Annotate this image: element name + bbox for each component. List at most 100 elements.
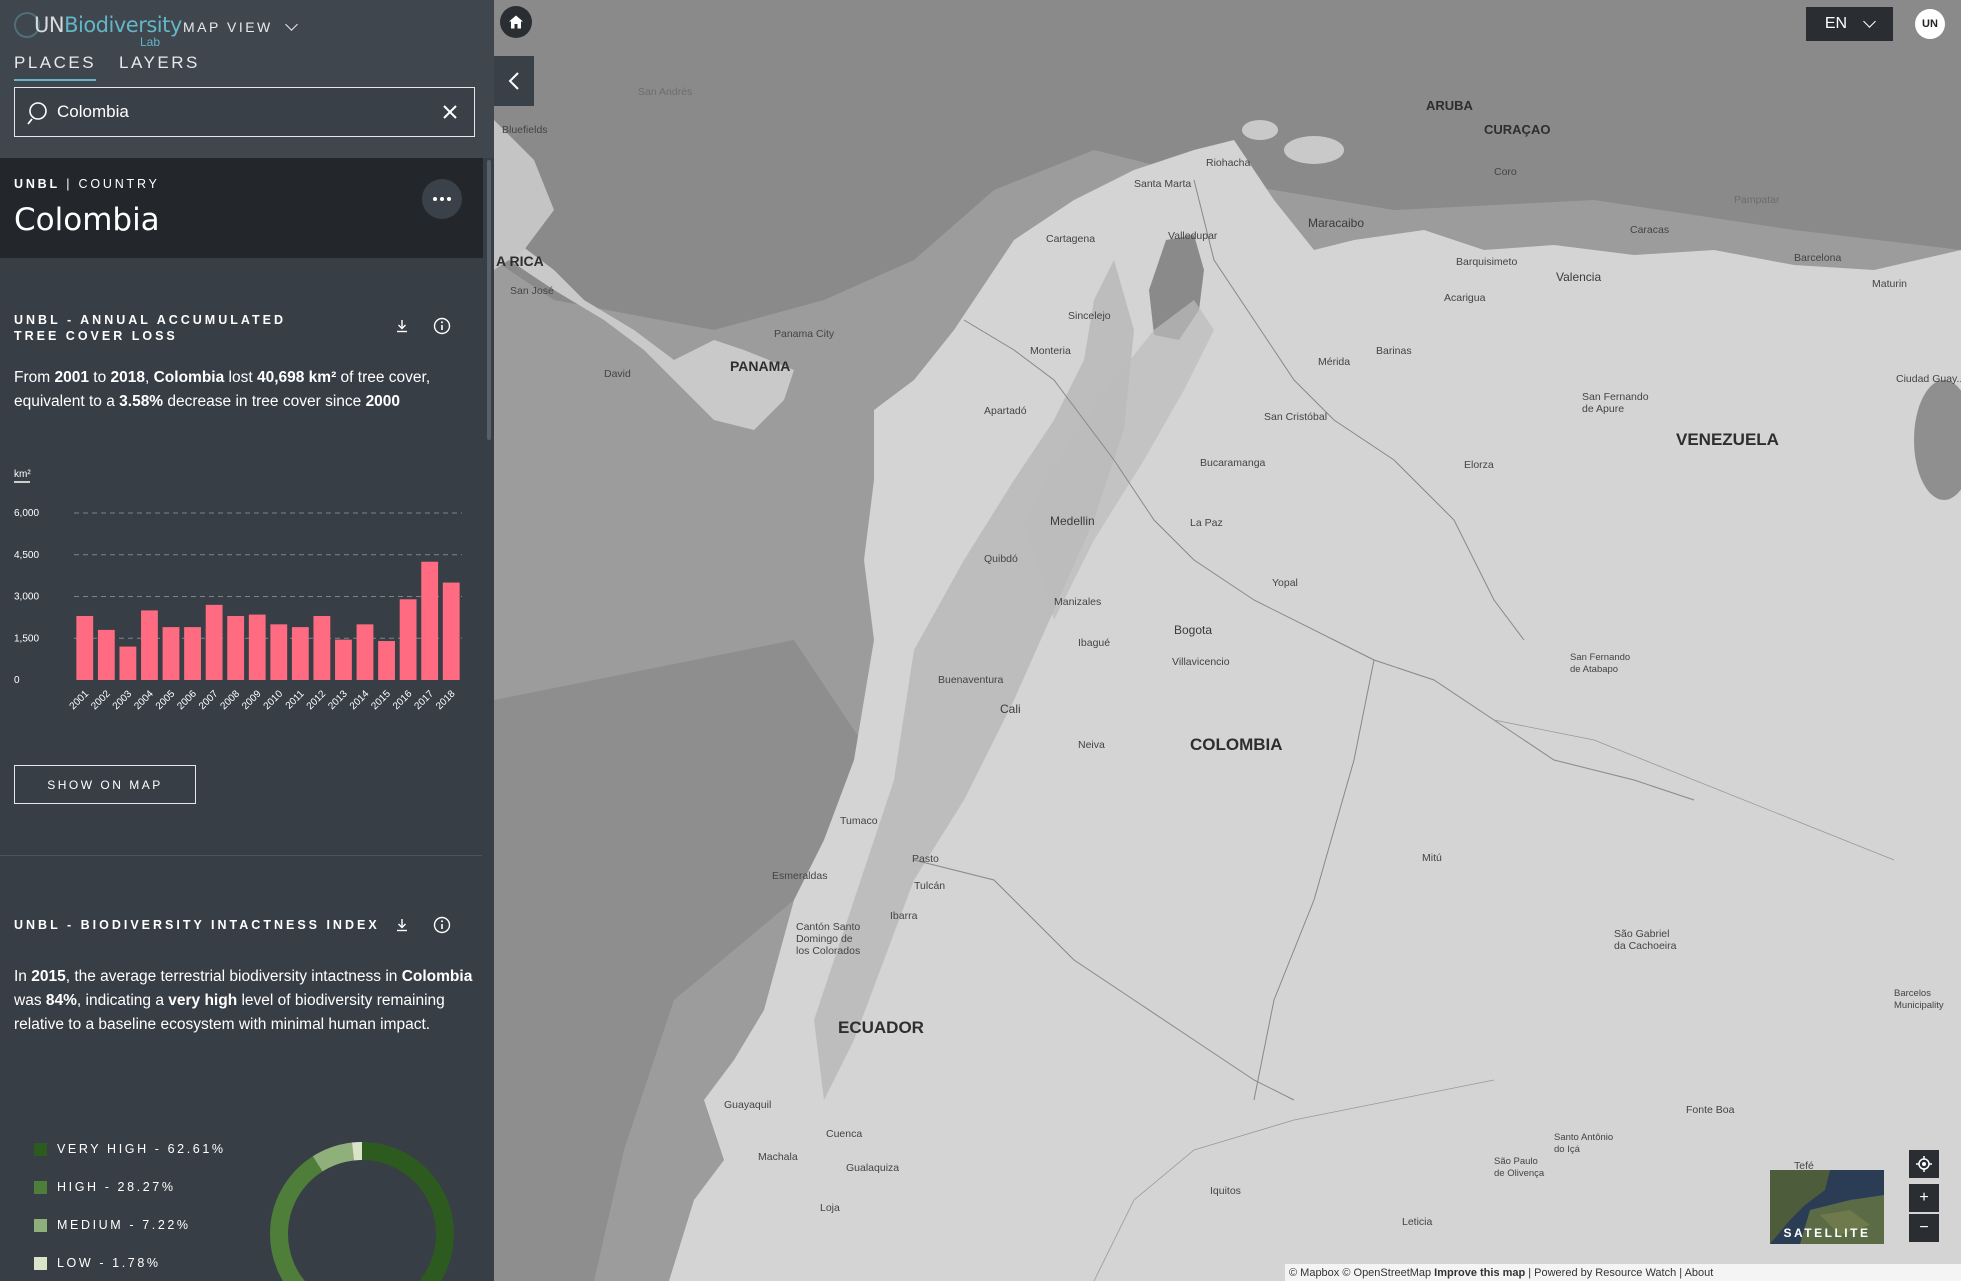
- map-label-bogota: Bogota: [1174, 623, 1213, 637]
- bar-2012[interactable]: [313, 615, 331, 680]
- map-label-acarigua: Acarigua: [1444, 292, 1486, 304]
- show-on-map-button[interactable]: SHOW ON MAP: [14, 765, 196, 804]
- x-tick-label: 2012: [305, 688, 329, 712]
- legend-label: HIGH - 28.27%: [57, 1180, 176, 1194]
- tab-places[interactable]: PLACES: [14, 53, 97, 81]
- zoom-in-button[interactable]: +: [1909, 1184, 1939, 1212]
- map-label-riohacha: Riohacha: [1206, 157, 1251, 169]
- improve-map-link[interactable]: Improve this map: [1434, 1267, 1525, 1279]
- legend-label: VERY HIGH - 62.61%: [57, 1142, 226, 1156]
- bar-2001[interactable]: [76, 615, 94, 680]
- attribution-powered[interactable]: | Powered by Resource Watch | About: [1528, 1267, 1713, 1279]
- bar-2016[interactable]: [399, 599, 417, 680]
- satellite-basemap-toggle[interactable]: SATELLITE: [1770, 1170, 1884, 1244]
- bar-2009[interactable]: [248, 614, 266, 680]
- satellite-label: SATELLITE: [1783, 1226, 1871, 1240]
- bar-2018[interactable]: [442, 582, 460, 680]
- map-label-san-fernando: San Fernando de Apure: [1582, 391, 1649, 415]
- map-label-loja: Loja: [820, 1202, 840, 1214]
- x-tick-label: 2006: [175, 688, 199, 712]
- intactness-donut-chart: [270, 1142, 454, 1281]
- map-label-pasto: Pasto: [912, 853, 939, 865]
- download-icon[interactable]: [393, 317, 411, 335]
- bar-2004[interactable]: [141, 610, 158, 680]
- info-icon[interactable]: [433, 317, 451, 335]
- bar-2006[interactable]: [184, 627, 201, 680]
- map-label-tumaco: Tumaco: [840, 815, 878, 827]
- map-label-san-cristobal: San Cristóbal: [1264, 411, 1328, 423]
- language-selector[interactable]: EN: [1806, 7, 1893, 41]
- map-label-curacao: CURAÇAO: [1484, 122, 1551, 137]
- map-label-ibarra: Ibarra: [890, 910, 918, 922]
- zoom-out-button[interactable]: −: [1909, 1214, 1939, 1242]
- map-label-san-jose: San José: [510, 285, 554, 297]
- close-icon[interactable]: [440, 102, 460, 122]
- bar-2015[interactable]: [378, 641, 395, 680]
- legend-swatch: [34, 1218, 47, 1232]
- bar-2008[interactable]: [227, 615, 245, 680]
- map-label-cuenca: Cuenca: [826, 1128, 863, 1140]
- map-label-elorza: Elorza: [1464, 459, 1494, 471]
- bar-2007[interactable]: [205, 604, 223, 680]
- home-icon: [509, 15, 523, 29]
- map-label-david: David: [604, 368, 631, 380]
- x-tick-label: 2002: [89, 688, 113, 712]
- bar-2013[interactable]: [335, 639, 352, 680]
- map-label-bucaramanga: Bucaramanga: [1200, 457, 1266, 469]
- map-label-merida: Mérida: [1318, 356, 1351, 368]
- map-label-barcelos: Barcelos Municipality: [1894, 988, 1944, 1011]
- map-label-guayaquil: Guayaquil: [724, 1099, 772, 1111]
- map-label-machala: Machala: [758, 1151, 798, 1163]
- search-input[interactable]: [57, 98, 417, 126]
- map[interactable]: COLOMBIA VENEZUELA ECUADOR PANAMA ARUBA …: [494, 0, 1961, 1281]
- bar-2017[interactable]: [421, 561, 439, 680]
- map-label-venezuela: VENEZUELA: [1676, 430, 1779, 449]
- info-icon[interactable]: [433, 916, 451, 934]
- map-label-gualaquiza: Gualaquiza: [846, 1162, 900, 1174]
- map-label-la-paz: La Paz: [1190, 517, 1223, 529]
- more-options-button[interactable]: [422, 179, 462, 219]
- page-title: Colombia: [14, 202, 160, 238]
- scrollbar[interactable]: [487, 160, 491, 440]
- map-label-villavicencio: Villavicencio: [1172, 656, 1230, 668]
- map-label-apartado: Apartadó: [984, 405, 1027, 417]
- map-label-manizales: Manizales: [1054, 596, 1102, 608]
- locate-icon: [1916, 1156, 1932, 1172]
- y-tick-label: 0: [14, 675, 20, 686]
- y-tick-label: 4,500: [14, 550, 39, 561]
- widget-title-tree-cover-loss: UNBL - ANNUAL ACCUMULATED TREE COVER LOS…: [14, 313, 286, 343]
- country-header: UNBL | COUNTRY Colombia: [0, 158, 483, 258]
- map-label-aruba: ARUBA: [1426, 98, 1473, 113]
- tab-layers[interactable]: LAYERS: [119, 53, 200, 79]
- x-tick-label: 2017: [413, 688, 437, 712]
- unbl-logo[interactable]: UNBiodiversity Lab: [14, 10, 182, 49]
- bar-2010[interactable]: [270, 624, 288, 680]
- bar-2002[interactable]: [97, 629, 115, 680]
- language-label: EN: [1824, 15, 1848, 32]
- collapse-sidebar-button[interactable]: [494, 56, 534, 106]
- map-attribution: © Mapbox © OpenStreetMap Improve this ma…: [1285, 1264, 1961, 1281]
- bar-2011[interactable]: [291, 627, 309, 680]
- download-icon[interactable]: [393, 916, 411, 934]
- map-label-cali: Cali: [1000, 702, 1021, 716]
- map-label-fonte-boa: Fonte Boa: [1686, 1104, 1735, 1116]
- x-tick-label: 2005: [154, 688, 178, 712]
- locate-button[interactable]: [1909, 1150, 1939, 1178]
- map-label-sao-gabriel: São Gabriel da Cachoeira: [1614, 928, 1677, 952]
- map-label-tulcan: Tulcán: [914, 880, 946, 892]
- home-button[interactable]: [500, 6, 532, 38]
- sidebar-header: UNBiodiversity Lab MAP VIEW PLACES LAYER…: [0, 0, 494, 158]
- x-tick-label: 2001: [68, 688, 92, 712]
- breadcrumb: UNBL | COUNTRY: [14, 177, 160, 191]
- bar-2005[interactable]: [162, 627, 180, 680]
- bar-2014[interactable]: [356, 624, 374, 680]
- legend-swatch: [34, 1142, 47, 1156]
- map-label-santo-domingo: Cantón Santo Domingo de los Colorados: [796, 921, 861, 957]
- map-label-caracas: Caracas: [1630, 224, 1670, 236]
- user-avatar[interactable]: UN: [1915, 9, 1945, 39]
- map-label-mitu: Mitú: [1422, 852, 1442, 864]
- map-view-dropdown[interactable]: MAP VIEW: [183, 18, 298, 35]
- map-label-quibdo: Quibdó: [984, 553, 1018, 565]
- search-box: [14, 87, 475, 137]
- bar-2003[interactable]: [119, 646, 137, 680]
